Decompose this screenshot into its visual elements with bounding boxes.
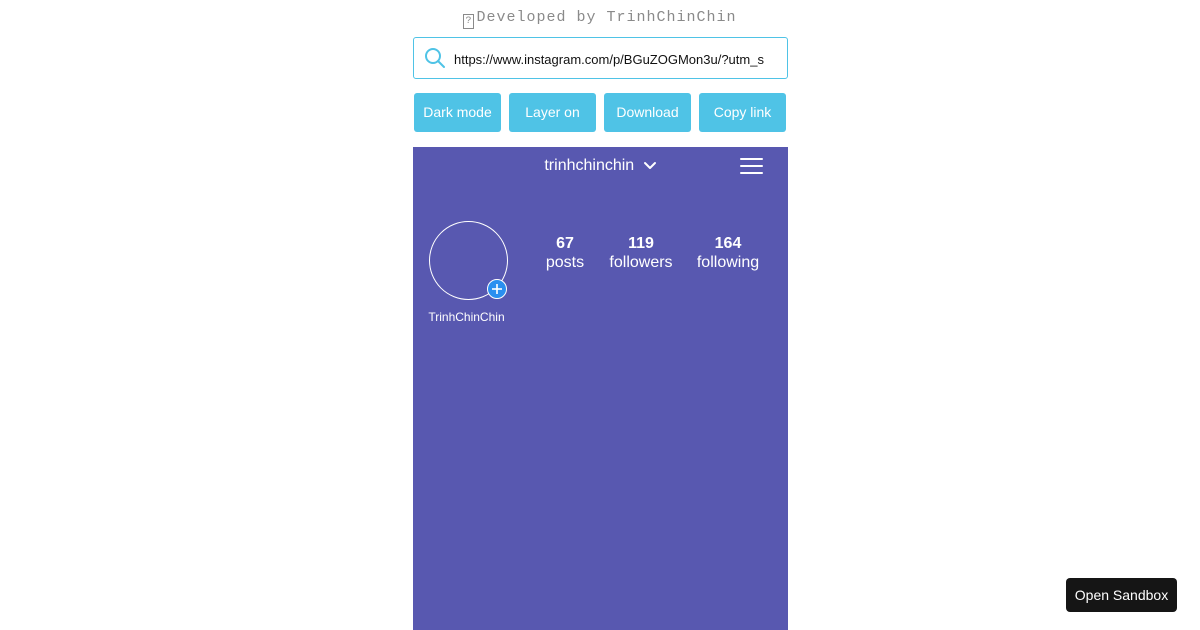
download-button[interactable]: Download xyxy=(604,93,691,132)
stat-following[interactable]: 164 following xyxy=(694,234,762,272)
dark-mode-button[interactable]: Dark mode xyxy=(414,93,501,132)
profile-preview: trinhchinchin TrinhChinChin 67 posts 119… xyxy=(413,147,788,630)
developer-credit: ? Developed by TrinhChinChin xyxy=(0,9,1200,29)
stat-posts-value: 67 xyxy=(556,235,574,252)
missing-glyph-icon: ? xyxy=(463,14,475,29)
username: trinhchinchin xyxy=(544,157,635,174)
toolbar: Dark mode Layer on Download Copy link xyxy=(414,93,786,132)
display-name: TrinhChinChin xyxy=(428,310,505,324)
menu-icon[interactable] xyxy=(740,158,764,176)
copy-link-button[interactable]: Copy link xyxy=(699,93,786,132)
add-story-icon[interactable] xyxy=(487,279,507,299)
stat-followers[interactable]: 119 followers xyxy=(606,234,676,272)
stat-followers-label: followers xyxy=(609,254,673,271)
layer-on-button[interactable]: Layer on xyxy=(509,93,596,132)
url-input[interactable] xyxy=(454,47,779,71)
chevron-down-icon xyxy=(643,162,656,169)
stat-posts-label: posts xyxy=(545,254,585,271)
developer-credit-text: Developed by TrinhChinChin xyxy=(476,9,737,26)
open-sandbox-button[interactable]: Open Sandbox xyxy=(1066,578,1177,612)
stat-posts[interactable]: 67 posts xyxy=(541,234,589,272)
page: ?Developed by TrinhChinChin Dark mode La… xyxy=(0,0,1200,630)
stat-followers-value: 119 xyxy=(628,235,654,252)
stat-following-value: 164 xyxy=(714,235,742,252)
username-switcher[interactable]: trinhchinchin xyxy=(413,157,788,177)
stat-following-label: following xyxy=(696,254,760,271)
search-icon xyxy=(425,48,445,68)
url-bar xyxy=(413,37,788,79)
